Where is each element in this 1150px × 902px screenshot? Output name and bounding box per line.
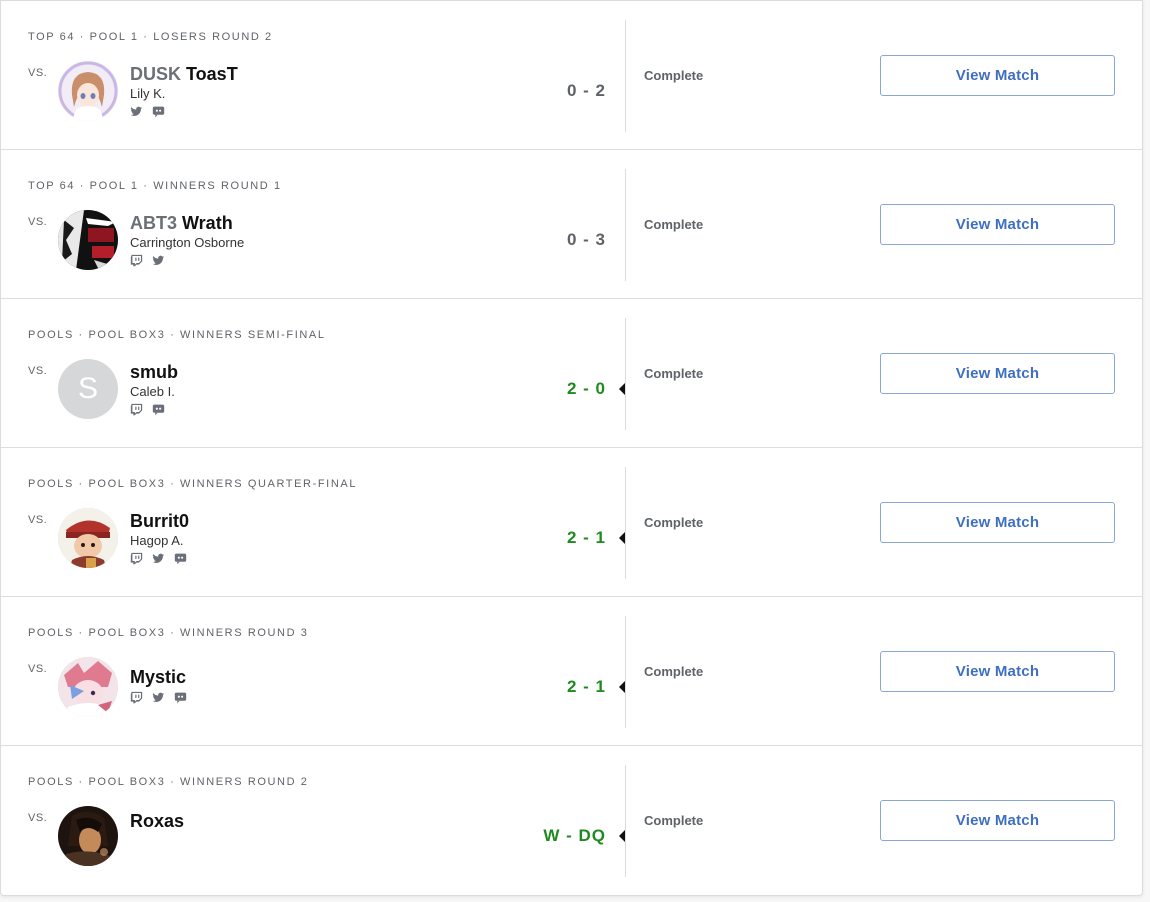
view-match-button[interactable]: View Match: [880, 353, 1115, 394]
match-score: 0 - 3: [566, 230, 606, 249]
vs-label: VS.: [28, 365, 48, 377]
twitch-icon[interactable]: [130, 403, 143, 416]
social-links: [130, 403, 178, 416]
match-status: Complete: [644, 68, 704, 83]
opponent-info: ABT3 Wrath Carrington Osborne: [130, 212, 244, 267]
opponent-info: Burrit0 Hagop A.: [130, 510, 189, 565]
view-match-button[interactable]: View Match: [880, 55, 1115, 96]
view-match-button[interactable]: View Match: [880, 502, 1115, 543]
avatar-initial: S: [77, 372, 98, 405]
opponent-real-name: Carrington Osborne: [130, 235, 245, 250]
social-links: [130, 691, 187, 704]
round-label: POOLS · POOL BOX3 · WINNERS ROUND 3: [28, 627, 309, 639]
column-divider: [625, 765, 626, 877]
vs-label: VS.: [28, 663, 48, 675]
opponent-real-name: Caleb I.: [130, 384, 175, 399]
column-divider: [625, 616, 626, 728]
match-row: POOLS · POOL BOX3 · WINNERS ROUND 2 VS. …: [1, 746, 1142, 895]
column-divider: [625, 318, 626, 430]
opponent-real-name: Hagop A.: [130, 533, 184, 548]
opponent-gamertag[interactable]: ABT3 Wrath: [130, 212, 244, 234]
vs-label: VS.: [28, 812, 48, 824]
sponsor-prefix: DUSK: [130, 64, 182, 84]
social-links: [130, 105, 238, 118]
twitch-icon[interactable]: [130, 691, 143, 704]
gamertag-text: Burrit0: [130, 511, 190, 531]
social-links: [130, 254, 244, 267]
opponent-avatar[interactable]: [58, 210, 118, 270]
twitter-icon[interactable]: [152, 552, 165, 565]
vs-label: VS.: [28, 514, 48, 526]
opponent-info: smub Caleb I.: [130, 361, 178, 416]
gamertag-text: ToasT: [186, 64, 238, 84]
sponsor-prefix: ABT3: [130, 213, 178, 233]
opponent-info: DUSK ToasT Lily K.: [130, 63, 238, 118]
vs-label: VS.: [28, 67, 48, 79]
gamertag-text: smub: [130, 362, 179, 382]
opponent-gamertag[interactable]: smub: [130, 361, 178, 383]
column-divider: [625, 467, 626, 579]
opponent-avatar[interactable]: [58, 657, 118, 717]
twitch-icon[interactable]: [130, 254, 143, 267]
twitter-icon[interactable]: [130, 105, 143, 118]
opponent-gamertag[interactable]: DUSK ToasT: [130, 63, 238, 85]
match-row: POOLS · POOL BOX3 · WINNERS QUARTER-FINA…: [1, 448, 1142, 597]
gamertag-text: Mystic: [130, 667, 187, 687]
vs-label: VS.: [28, 216, 48, 228]
social-links: [130, 552, 189, 565]
view-match-button[interactable]: View Match: [880, 204, 1115, 245]
match-row: POOLS · POOL BOX3 · WINNERS SEMI-FINAL V…: [1, 299, 1142, 448]
gamertag-text: Wrath: [182, 213, 233, 233]
match-row: TOP 64 · POOL 1 · WINNERS ROUND 1 VS. AB…: [1, 150, 1142, 299]
match-score: 2 - 0: [566, 379, 606, 398]
discord-icon[interactable]: [152, 403, 165, 416]
match-status: Complete: [644, 217, 704, 232]
opponent-info: Mystic: [130, 659, 187, 704]
match-row: POOLS · POOL BOX3 · WINNERS ROUND 3 VS. …: [1, 597, 1142, 746]
match-score: W - DQ: [543, 826, 606, 845]
match-status: Complete: [644, 366, 704, 381]
discord-icon[interactable]: [174, 691, 187, 704]
match-score: 0 - 2: [566, 81, 606, 100]
view-match-button[interactable]: View Match: [880, 800, 1115, 841]
match-history-list: TOP 64 · POOL 1 · LOSERS ROUND 2 VS. DUS…: [0, 0, 1143, 896]
opponent-avatar[interactable]: [58, 61, 118, 121]
opponent-gamertag[interactable]: Mystic: [130, 666, 187, 688]
twitch-icon[interactable]: [130, 552, 143, 565]
round-label: POOLS · POOL BOX3 · WINNERS QUARTER-FINA…: [28, 478, 358, 490]
twitter-icon[interactable]: [152, 254, 165, 267]
round-label: POOLS · POOL BOX3 · WINNERS ROUND 2: [28, 776, 309, 788]
opponent-gamertag[interactable]: Burrit0: [130, 510, 189, 532]
match-score: 2 - 1: [566, 528, 606, 547]
opponent-avatar[interactable]: S: [58, 359, 118, 419]
view-match-button[interactable]: View Match: [880, 651, 1115, 692]
opponent-avatar[interactable]: [58, 806, 118, 866]
round-label: TOP 64 · POOL 1 · WINNERS ROUND 1: [28, 180, 282, 192]
gamertag-text: Roxas: [130, 811, 185, 831]
discord-icon[interactable]: [152, 105, 165, 118]
column-divider: [625, 169, 626, 281]
match-status: Complete: [644, 813, 704, 828]
round-label: POOLS · POOL BOX3 · WINNERS SEMI-FINAL: [28, 329, 326, 341]
discord-icon[interactable]: [174, 552, 187, 565]
opponent-avatar[interactable]: [58, 508, 118, 568]
match-status: Complete: [644, 515, 704, 530]
opponent-real-name: Lily K.: [130, 86, 166, 101]
twitter-icon[interactable]: [152, 691, 165, 704]
column-divider: [625, 20, 626, 132]
opponent-gamertag[interactable]: Roxas: [130, 810, 184, 832]
match-row: TOP 64 · POOL 1 · LOSERS ROUND 2 VS. DUS…: [1, 1, 1142, 150]
opponent-info: Roxas: [130, 808, 184, 832]
round-label: TOP 64 · POOL 1 · LOSERS ROUND 2: [28, 31, 273, 43]
match-score: 2 - 1: [566, 677, 606, 696]
match-status: Complete: [644, 664, 704, 679]
